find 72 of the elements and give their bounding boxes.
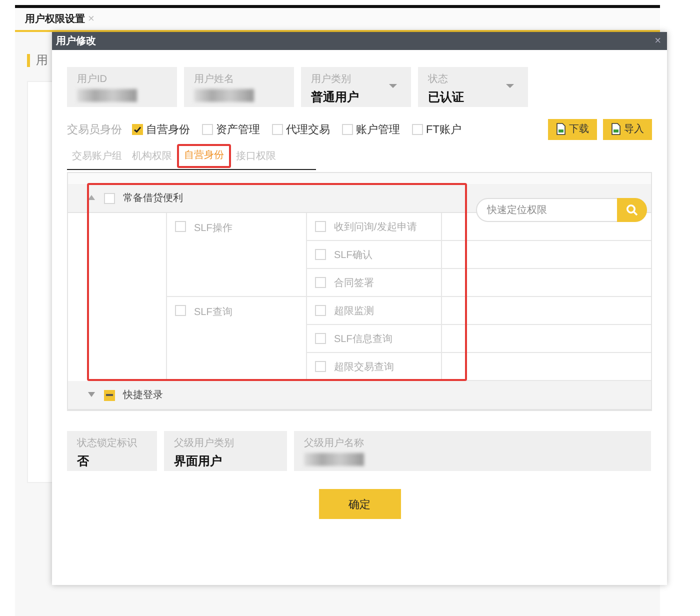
checkbox[interactable]	[342, 124, 353, 134]
group-label: 常备借贷便利	[123, 192, 183, 205]
checkbox[interactable]	[175, 305, 186, 316]
tab[interactable]: 交易账户组	[67, 147, 127, 167]
input-field[interactable]: 状态锁定标识 否	[67, 431, 157, 471]
file-button[interactable]: 导入	[603, 118, 652, 140]
field-value: 已认证	[428, 89, 465, 106]
checkbox[interactable]	[315, 305, 326, 316]
field-value: 界面用户	[174, 453, 223, 470]
checkbox-label: 账户管理	[356, 122, 400, 136]
checkbox[interactable]	[175, 221, 186, 232]
checkbox-label: 自营身份	[146, 122, 190, 136]
permission-label: 合同签署	[334, 276, 374, 290]
checkbox-label: 代理交易	[286, 122, 330, 136]
tab[interactable]: 自营身份	[177, 144, 231, 168]
checkbox[interactable]	[315, 277, 326, 288]
field-value: 普通用户	[311, 89, 360, 106]
field-label: 交易员身份	[67, 122, 122, 136]
redacted-value	[194, 89, 254, 102]
redacted-value	[77, 89, 137, 102]
permission-label: 超限监测	[334, 304, 374, 318]
collapse-icon[interactable]	[88, 194, 96, 202]
field-label: 父级用户类别	[174, 436, 235, 450]
checkbox-label: 资产管理	[216, 122, 260, 136]
permission-label: SLF确认	[334, 248, 372, 262]
page-tab[interactable]: 用户权限设置	[25, 12, 85, 26]
select-field[interactable]: 用户类别 普通用户	[301, 67, 411, 107]
select-field[interactable]: 状态 已认证	[418, 67, 528, 107]
close-icon[interactable]: ×	[88, 13, 94, 25]
field-label: 用户ID	[77, 72, 108, 86]
field-label: 父级用户名称	[304, 436, 365, 450]
section-title: 用	[36, 52, 48, 69]
close-icon[interactable]: ×	[654, 35, 661, 47]
input-field[interactable]: 用户姓名	[184, 67, 294, 107]
field-label: 用户姓名	[194, 72, 235, 86]
permission-label: 收到问询/发起申请	[334, 220, 417, 234]
group-label: 快捷登录	[123, 388, 163, 402]
field-label: 状态	[428, 72, 449, 86]
tab[interactable]: 接口权限	[231, 147, 281, 167]
checkbox[interactable]	[104, 192, 115, 204]
checkbox[interactable]	[132, 124, 143, 134]
input-field[interactable]: 父级用户名称	[294, 431, 651, 471]
caret-icon	[389, 84, 397, 88]
checkbox[interactable]	[104, 390, 115, 400]
permission-label: 超限交易查询	[334, 360, 394, 374]
checkbox[interactable]	[412, 124, 423, 134]
field-label: 状态锁定标识	[77, 436, 138, 450]
input-field[interactable]: 用户ID	[67, 67, 177, 107]
permission-label: SLF信息查询	[334, 332, 392, 346]
field-value: 否	[77, 453, 90, 470]
redacted-value	[304, 453, 364, 466]
search-button[interactable]	[617, 198, 647, 222]
checkbox[interactable]	[202, 124, 213, 134]
file-icon	[556, 123, 566, 135]
checkbox[interactable]	[315, 221, 326, 232]
tab[interactable]: 机构权限	[127, 147, 177, 167]
checkbox[interactable]	[315, 361, 326, 372]
permission-label: SLF操作	[194, 222, 232, 235]
checkbox-label: FT账户	[426, 122, 462, 136]
confirm-button[interactable]: 确定	[318, 489, 400, 519]
search-icon	[626, 204, 638, 216]
dialog-title: 用户修改	[56, 34, 96, 48]
expand-icon[interactable]	[88, 392, 96, 398]
input-field[interactable]: 父级用户类别 界面用户	[164, 431, 287, 471]
checkbox[interactable]	[315, 333, 326, 344]
caret-icon	[506, 84, 514, 88]
checkbox[interactable]	[315, 249, 326, 260]
checkbox[interactable]	[272, 124, 283, 134]
field-label: 用户类别	[311, 72, 352, 86]
file-button[interactable]: 下载	[548, 118, 597, 140]
file-icon	[611, 123, 621, 135]
permission-label: SLF查询	[194, 306, 232, 319]
